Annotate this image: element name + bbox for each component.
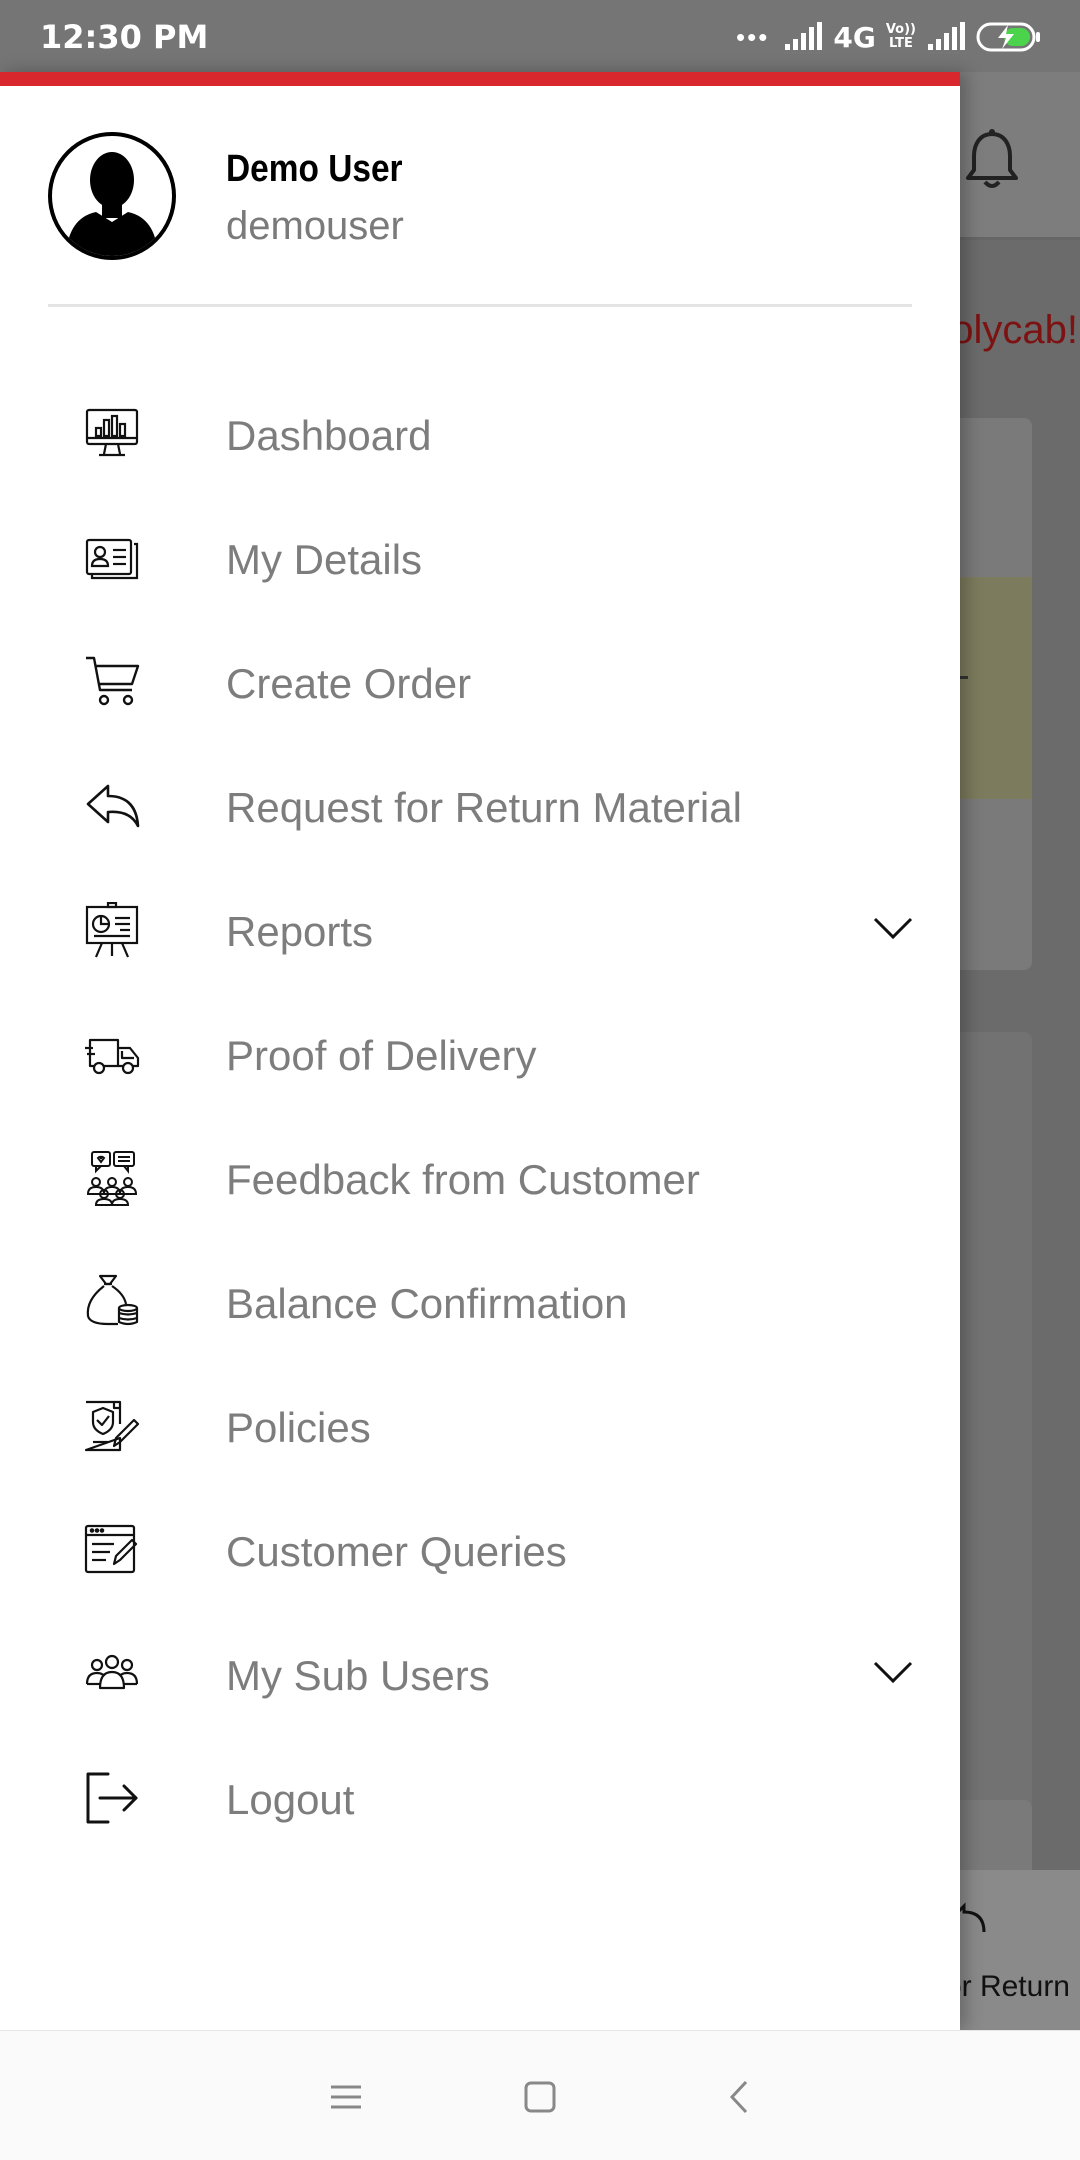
status-bar: 12:30 PM ••• 4G Vo)) LTE [0,0,1080,72]
customer-feedback-icon [84,1150,140,1206]
home-square-icon[interactable] [520,2077,560,2117]
menu-label: Policies [226,1404,371,1451]
menu-label: Balance Confirmation [226,1280,628,1327]
system-nav-bar [0,2030,1080,2160]
reply-arrow-icon [84,778,140,834]
menu-label: Proof of Delivery [226,1032,537,1079]
menu-label: My Sub Users [226,1652,490,1699]
menu-label: Reports [226,908,374,955]
money-bag-icon [84,1274,140,1330]
menu-item-my-details[interactable]: My Details [0,498,960,622]
status-time: 12:30 PM [40,18,209,56]
menu-item-dashboard[interactable]: Dashboard [0,374,960,498]
presentation-board-icon [84,902,140,958]
drawer-accent-bar [0,72,960,86]
user-handle: demouser [226,204,404,248]
notification-dots: ••• [736,21,770,52]
drawer-divider [48,304,912,307]
policy-document-icon [84,1398,140,1454]
network-type: 4G [833,20,876,54]
background-bottom-tab-label: or Return [944,1970,1070,2003]
query-form-icon [84,1522,140,1578]
volte-top: Vo)) [885,22,916,37]
dashboard-monitor-icon [84,406,140,462]
bell-icon[interactable] [962,128,1022,192]
background-bottom-tab[interactable] [950,1870,1080,2030]
menu-label: Logout [226,1776,355,1823]
status-indicators: ••• 4G Vo)) LTE [736,18,1042,56]
menu-item-my-sub-users[interactable]: My Sub Users [0,1614,960,1738]
background-welcome-text: olycab! [951,308,1078,352]
menu-label: Feedback from Customer [226,1156,700,1203]
signal-strength-2-icon [928,22,965,50]
menu-label: Dashboard [226,412,432,459]
menu-label: Create Order [226,660,472,707]
menu-item-feedback-from-customer[interactable]: Feedback from Customer [0,1118,960,1242]
menu-icon[interactable] [326,2077,366,2117]
id-card-icon [84,530,140,586]
logout-icon [84,1770,140,1826]
back-chevron-icon[interactable] [720,2077,760,2117]
delivery-van-icon [84,1026,140,1082]
volte-indicator: Vo)) LTE [886,23,916,51]
menu-label: Customer Queries [226,1528,567,1575]
menu-item-balance-confirmation[interactable]: Balance Confirmation [0,1242,960,1366]
menu-item-request-return-material[interactable]: Request for Return Material [0,746,960,870]
menu-item-reports[interactable]: Reports [0,870,960,994]
menu-item-create-order[interactable]: Create Order [0,622,960,746]
user-name: Demo User [226,148,403,190]
cart-icon [84,654,140,710]
users-group-icon [84,1646,140,1702]
menu-item-customer-queries[interactable]: Customer Queries [0,1490,960,1614]
menu-item-logout[interactable]: Logout [0,1738,960,1862]
menu-item-policies[interactable]: Policies [0,1366,960,1490]
menu-item-proof-of-delivery[interactable]: Proof of Delivery [0,994,960,1118]
signal-strength-icon [785,22,823,50]
volte-bottom: LTE [888,36,913,51]
drawer-menu: Dashboard My Details Create Order Reques… [0,374,960,1862]
navigation-drawer: Demo User demouser Dashboard My Details … [0,72,960,2030]
avatar[interactable] [48,132,176,260]
battery-charging-icon [976,22,1040,52]
chevron-down-icon[interactable] [872,914,914,942]
menu-label: My Details [226,536,423,583]
user-silhouette-icon [66,152,158,256]
chevron-down-icon[interactable] [872,1658,914,1686]
menu-label: Request for Return Material [226,784,742,831]
